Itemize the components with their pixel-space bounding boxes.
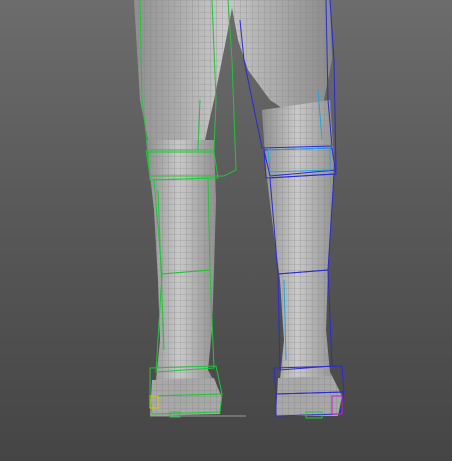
3d-viewport[interactable]	[0, 0, 452, 461]
left-leg-mesh[interactable]	[146, 140, 220, 410]
viewport-canvas[interactable]	[0, 0, 452, 461]
left-shoe-mesh[interactable]	[150, 378, 222, 416]
